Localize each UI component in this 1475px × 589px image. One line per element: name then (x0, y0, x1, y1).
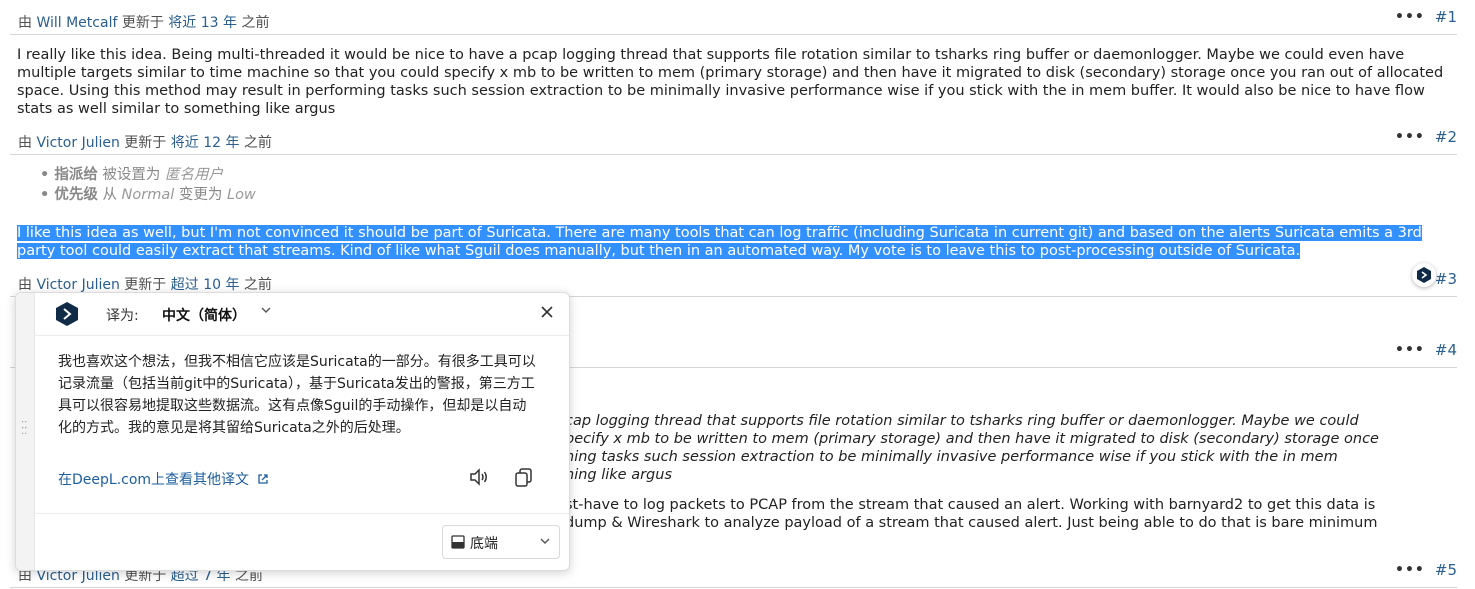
more-actions-icon[interactable]: ••• (1395, 562, 1425, 578)
journal-text: st-have to log packets to PCAP from the … (565, 496, 1455, 532)
popup-header: 译为: 中文（简体） (34, 293, 569, 336)
detail-field: 优先级 (54, 187, 98, 203)
detail-assignee: 指派给 被设置为 匿名用户 (40, 165, 256, 185)
updated-label: 更新于 (124, 135, 167, 151)
detail-action: 被设置为 (102, 167, 161, 183)
time-ago-link[interactable]: 超过 10 年 (171, 277, 240, 293)
popup-footer-divider (34, 513, 569, 514)
author-link[interactable]: Victor Julien (36, 277, 119, 293)
detail-to-word: 变更为 (178, 187, 223, 203)
chevron-down-icon[interactable] (260, 304, 272, 316)
journal-meta: 由 Victor Julien 更新于 将近 12 年 之前 (18, 132, 272, 152)
author-link[interactable]: Victor Julien (36, 135, 119, 151)
more-translations-link[interactable]: 在DeepL.com上查看其他译文 (58, 469, 269, 489)
translation-text: 我也喜欢这个想法，但我不相信它应该是Suricata的一部分。有很多工具可以记录… (58, 354, 536, 436)
detail-field: 指派给 (54, 167, 98, 183)
detail-from-value: Normal (121, 187, 175, 203)
journal-number-link[interactable]: #5 (1435, 561, 1457, 579)
target-language-select[interactable]: 中文（简体） (162, 305, 246, 325)
detail-from-word: 从 (102, 187, 117, 203)
time-ago-link[interactable]: 将近 13 年 (168, 15, 237, 31)
by-label: 由 (18, 277, 32, 293)
by-label: 由 (18, 135, 32, 151)
detail-to-value: Low (226, 187, 256, 203)
speaker-icon[interactable] (468, 466, 490, 488)
journal-header: 由 Will Metcalf 更新于 将近 13 年 之前 ••• #1 (10, 8, 1457, 35)
journal-number-link[interactable]: #4 (1435, 341, 1457, 359)
journal-meta: 由 Will Metcalf 更新于 将近 13 年 之前 (18, 12, 269, 32)
chevron-down-icon (540, 538, 550, 544)
journal-number-link[interactable]: #2 (1435, 128, 1457, 146)
author-link[interactable]: Will Metcalf (36, 15, 117, 31)
more-actions-icon[interactable]: ••• (1395, 342, 1425, 358)
ago-suffix: 之前 (243, 277, 272, 293)
grip-icon: ⁚⁚ ⁚⁚ (21, 420, 28, 437)
quoted-text: cap logging thread that supports file ro… (565, 412, 1455, 484)
time-ago-link[interactable]: 将近 12 年 (171, 135, 240, 151)
more-actions-icon[interactable]: ••• (1395, 129, 1425, 145)
selected-text: I like this idea as well, but I'm not co… (17, 225, 1422, 259)
copy-icon[interactable] (513, 466, 535, 488)
position-label: 底端 (470, 536, 498, 552)
journal-text: I really like this idea. Being multi-thr… (17, 47, 1444, 117)
journal-number-link[interactable]: #3 (1435, 270, 1457, 288)
by-label: 由 (18, 15, 32, 31)
deepl-logo-icon (56, 302, 78, 326)
detail-value: 匿名用户 (165, 167, 224, 183)
drag-handle[interactable]: ⁚⁚ ⁚⁚ (16, 293, 35, 570)
translation-popup: ⁚⁚ ⁚⁚ 译为: 中文（简体） 我也喜欢这个想法，但我不相信它应该是Surica… (15, 292, 570, 571)
more-translations-label: 在DeepL.com上查看其他译文 (58, 472, 250, 488)
quote-line: ning like argus (565, 467, 673, 483)
journal-meta: 由 Victor Julien 更新于 超过 10 年 之前 (18, 274, 272, 294)
external-link-icon (257, 474, 268, 484)
text-line: st-have to log packets to PCAP from the … (565, 497, 1376, 513)
updated-label: 更新于 (121, 15, 164, 31)
updated-label: 更新于 (124, 277, 167, 293)
journal-details: 指派给 被设置为 匿名用户 优先级 从 Normal 变更为 Low (40, 165, 256, 205)
quote-line: ning tasks such session extraction to be… (565, 449, 1338, 465)
quote-line: pecify x mb to be written to mem (primar… (565, 431, 1379, 447)
ago-suffix: 之前 (241, 15, 270, 31)
close-icon[interactable] (539, 304, 555, 320)
ago-suffix: 之前 (243, 135, 272, 151)
dock-bottom-icon (451, 535, 465, 549)
text-line: dump & Wireshark to analyze payload of a… (565, 515, 1378, 531)
journal-header: 由 Victor Julien 更新于 将近 12 年 之前 ••• #2 (10, 128, 1457, 155)
journal-text: I like this idea as well, but I'm not co… (17, 224, 1455, 260)
quote-line: cap logging thread that supports file ro… (565, 413, 1359, 429)
detail-priority: 优先级 从 Normal 变更为 Low (40, 185, 256, 205)
position-select[interactable]: 底端 (442, 525, 560, 559)
journal-number-link[interactable]: #1 (1435, 8, 1457, 26)
more-actions-icon[interactable]: ••• (1395, 9, 1425, 25)
translate-to-label: 译为: (106, 308, 139, 324)
